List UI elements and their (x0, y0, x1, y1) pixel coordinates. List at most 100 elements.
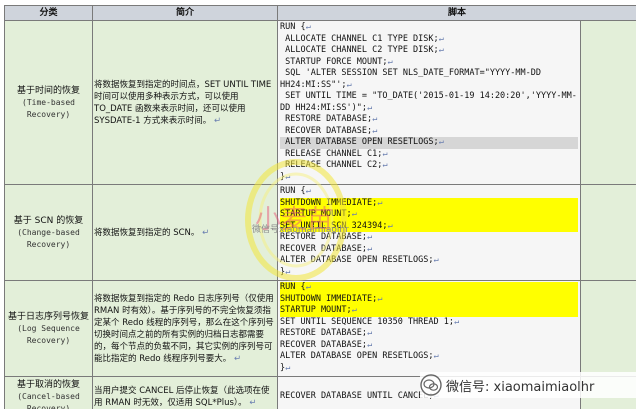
category-cn: 基于时间的恢复 (16, 85, 80, 96)
script-line-text: SHUTDOWN IMMEDIATE; (280, 293, 378, 304)
script-line-text: ALTER DATABASE OPEN RESETLOGS; (280, 351, 434, 361)
return-mark: ↵ (382, 148, 388, 159)
script-line-text: STARTUP MOUNT; (280, 209, 352, 219)
script-line-text: RECOVER DATABASE UNTIL CANCEL; (280, 391, 434, 402)
script-line-text: SHUTDOWN IMMEDIATE; (280, 197, 378, 208)
category-en: (Log Sequence Recovery) (17, 323, 80, 345)
script-line-text: SET UNTIL SEQUENCE 10350 THREAD 1; (280, 316, 454, 327)
category-cn: 基于 SCN 的恢复 (13, 215, 84, 226)
table-header-row: 分类 简介 脚本 (4, 5, 636, 21)
script-line-text: ALTER DATABASE OPEN RESETLOGS; (280, 137, 439, 147)
script-line: RECOVER DATABASE;↵ (280, 244, 578, 256)
script-line-text: RUN { (280, 22, 306, 32)
script-cell: RUN {↵ ALLOCATE CHANNEL C1 TYPE DISK;↵ A… (277, 20, 581, 185)
return-mark: ↵ (438, 33, 444, 44)
script-line: ALTER DATABASE OPEN RESETLOGS;↵ (280, 351, 578, 363)
script-line: ALLOCATE CHANNEL C2 TYPE DISK;↵ (280, 45, 578, 57)
return-mark: ↵ (433, 255, 439, 265)
watermark-url-text: 微信号xiaomaimiaolhr (252, 225, 349, 235)
script-line-text: ALLOCATE CHANNEL C2 TYPE DISK; (280, 45, 439, 55)
script-line: RECOVER DATABASE;↵ (280, 340, 578, 352)
return-mark: ↵ (285, 171, 291, 182)
script-line: SET UNTIL TIME = "TO_DATE('2015-01-19 14… (280, 91, 578, 114)
empty-cell (579, 20, 636, 185)
return-mark: ↵ (387, 220, 393, 231)
empty-cell (579, 280, 636, 377)
script-line: STARTUP FORCE MOUNT;↵ (280, 57, 578, 69)
script-line-text: RESTORE DATABASE; (280, 328, 367, 338)
return-mark: ↵ (433, 351, 439, 361)
return-mark: ↵ (367, 328, 373, 338)
script-line-text: RUN { (280, 282, 306, 292)
return-mark: ↵ (233, 353, 242, 364)
return-mark: ↵ (305, 186, 311, 196)
script-line-text: RECOVER DATABASE; (280, 243, 367, 254)
category-en: (Change-based Recovery) (17, 227, 80, 249)
table-row: 基于日志序列号恢复 (Log Sequence Recovery) 将数据恢复到… (4, 280, 636, 377)
return-mark: ↵ (305, 282, 311, 292)
wechat-badge: 微信号: xiaomaimiaolhr (420, 372, 640, 398)
script-line: RESTORE DATABASE;↵ (280, 328, 578, 340)
script-line: RESTORE DATABASE;↵ (280, 114, 578, 126)
empty-cell (579, 184, 636, 281)
script-line: ALLOCATE CHANNEL C1 TYPE DISK;↵ (280, 34, 578, 46)
script-cell: RUN {↵ SHUTDOWN IMMEDIATE;↵ STARTUP MOUNT;… (277, 280, 581, 377)
return-mark: ↵ (377, 293, 383, 304)
return-mark: ↵ (367, 339, 373, 350)
description-text: 当用户提交 CANCEL 后停止恢复（此选项在使用 RMAN 时无效，仅适用 S… (94, 386, 270, 408)
description-cell: 将数据恢复到指定的 Redo 日志序列号（仅使用 RMAN 时有效）。基于序列号… (92, 280, 278, 377)
script-line: ALTER DATABASE OPEN RESETLOGS;↵ (280, 137, 578, 149)
return-mark: ↵ (367, 232, 373, 242)
script-line: SET UNTIL SEQUENCE 10350 THREAD 1;↵ (280, 317, 578, 329)
header-description: 简介 (92, 5, 278, 21)
return-mark: ↵ (387, 56, 393, 67)
script-line-text: SQL 'ALTER SESSION SET NLS_DATE_FORMAT="… (280, 68, 547, 90)
category-cell: 基于日志序列号恢复 (Log Sequence Recovery) (4, 280, 93, 377)
script-line-text: RELEASE CHANNEL C1; (280, 148, 383, 159)
category-en: (Time-based Recovery) (22, 97, 75, 119)
return-mark: ↵ (372, 125, 378, 136)
script-line: RELEASE CHANNEL C1;↵ (280, 149, 578, 161)
script-line: STARTUP MOUNT;↵ (280, 305, 578, 317)
script-line: SHUTDOWN IMMEDIATE;↵ (280, 293, 578, 305)
return-mark: ↵ (305, 22, 311, 32)
description-text: 将数据恢复到指定的 Redo 日志序列号（仅使用 RMAN 时有效）。基于序列号… (94, 293, 274, 364)
header-script: 脚本 (276, 5, 636, 21)
script-line: RUN {↵ (280, 282, 578, 294)
category-en: (Cancel-based Recovery) (17, 392, 80, 409)
script-line-text: STARTUP FORCE MOUNT; (280, 56, 388, 67)
script-line: RUN {↵ (280, 186, 578, 198)
rman-recovery-table: 分类 简介 脚本 基于时间的恢复 (Time-based Recovery) 将… (4, 5, 636, 409)
script-line-text: ALTER DATABASE OPEN RESETLOGS; (280, 255, 434, 265)
wechat-icon (420, 374, 442, 396)
script-line: RUN {↵ (280, 22, 578, 34)
return-mark: ↵ (213, 115, 222, 126)
script-line-text: STARTUP MOUNT; (280, 305, 352, 315)
script-line: RELEASE CHANNEL C2;↵ (280, 160, 578, 172)
script-line: RECOVER DATABASE;↵ (280, 126, 578, 138)
return-mark: ↵ (249, 398, 257, 408)
return-mark: ↵ (285, 362, 291, 373)
return-mark: ↵ (372, 114, 378, 124)
return-mark: ↵ (377, 197, 383, 208)
return-mark: ↵ (202, 227, 210, 238)
script-line-text: RECOVER DATABASE; (280, 125, 373, 136)
return-mark: ↵ (346, 79, 352, 90)
return-mark: ↵ (382, 160, 388, 170)
script-line: }↵ (280, 267, 578, 279)
script-line-text: RELEASE CHANNEL C2; (280, 160, 383, 170)
return-mark: ↵ (438, 137, 444, 147)
return-mark: ↵ (285, 266, 291, 277)
return-mark: ↵ (367, 243, 373, 254)
script-line-text: RESTORE DATABASE; (280, 114, 373, 124)
return-mark: ↵ (351, 209, 357, 219)
script-line: SQL 'ALTER SESSION SET NLS_DATE_FORMAT="… (280, 68, 578, 91)
description-text: 将数据恢复到指定的 SCN。 (94, 227, 200, 238)
script-line: }↵ (280, 172, 578, 184)
script-line-text: RUN { (280, 186, 306, 196)
return-mark: ↵ (351, 305, 357, 315)
script-line: STARTUP MOUNT;↵ (280, 209, 578, 221)
category-cell: 基于 SCN 的恢复 (Change-based Recovery) (4, 184, 93, 281)
wechat-badge-text: 微信号: xiaomaimiaolhr (446, 379, 595, 395)
script-line-text: SET UNTIL TIME = "TO_DATE('2015-01-19 14… (280, 91, 577, 113)
